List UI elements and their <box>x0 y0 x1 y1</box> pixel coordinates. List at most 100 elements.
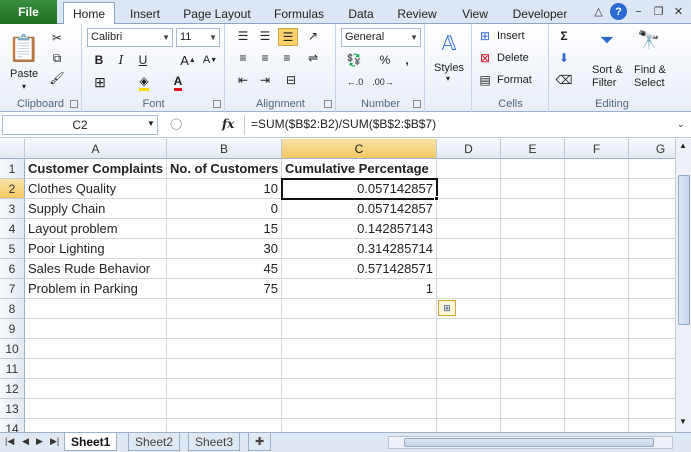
font-size-select[interactable]: 11 ▼ <box>176 28 220 47</box>
cell-a3[interactable]: Supply Chain <box>25 199 167 219</box>
tab-page-layout[interactable]: Page Layout <box>180 3 254 24</box>
clipboard-launcher-icon[interactable] <box>70 100 78 108</box>
cell-c10[interactable] <box>282 339 437 359</box>
cell-a14[interactable] <box>25 419 167 432</box>
tab-data[interactable]: Data <box>342 3 380 24</box>
sort-filter-button[interactable]: Sort & <box>592 64 623 76</box>
alignment-launcher-icon[interactable] <box>324 100 332 108</box>
align-bottom-icon[interactable]: ☰ <box>278 28 298 46</box>
name-box-dropdown-icon[interactable]: ▼ <box>147 119 155 128</box>
cell-d5[interactable] <box>437 239 501 259</box>
help-icon[interactable]: ? <box>610 3 627 20</box>
cell-f13[interactable] <box>565 399 629 419</box>
cell-c6[interactable]: 0.571428571 <box>282 259 437 279</box>
styles-icon[interactable]: 𝔸 <box>436 30 462 56</box>
cell-f6[interactable] <box>565 259 629 279</box>
first-sheet-icon[interactable]: |◀ <box>5 436 14 447</box>
clear-icon[interactable]: ⌫ <box>556 72 573 88</box>
decrease-decimal-icon[interactable]: .00→ <box>371 74 395 90</box>
cell-e5[interactable] <box>501 239 565 259</box>
cell-e13[interactable] <box>501 399 565 419</box>
cell-g3[interactable] <box>629 199 675 219</box>
tab-insert[interactable]: Insert <box>122 3 168 24</box>
number-launcher-icon[interactable] <box>413 100 421 108</box>
cell-a9[interactable] <box>25 319 167 339</box>
cell-a12[interactable] <box>25 379 167 399</box>
cell-c7[interactable]: 1 <box>282 279 437 299</box>
decrease-indent-icon[interactable]: ⇤ <box>234 72 252 88</box>
align-left-icon[interactable]: ≡ <box>234 50 252 66</box>
tab-formulas[interactable]: Formulas <box>268 3 330 24</box>
cell-d10[interactable] <box>437 339 501 359</box>
cell-e1[interactable] <box>501 159 565 179</box>
row-header-12[interactable]: 12 <box>0 379 25 399</box>
cell-b14[interactable] <box>167 419 282 432</box>
fill-handle[interactable] <box>434 196 439 201</box>
cell-b10[interactable] <box>167 339 282 359</box>
cell-f12[interactable] <box>565 379 629 399</box>
cell-e8[interactable] <box>501 299 565 319</box>
align-middle-icon[interactable]: ☰ <box>256 28 274 44</box>
last-sheet-icon[interactable]: ▶| <box>50 436 59 447</box>
cell-c11[interactable] <box>282 359 437 379</box>
cell-f9[interactable] <box>565 319 629 339</box>
row-header-8[interactable]: 8 <box>0 299 25 319</box>
borders-icon[interactable]: ⊞ <box>91 74 109 90</box>
cell-d1[interactable] <box>437 159 501 179</box>
cell-a1[interactable]: Customer Complaints <box>25 159 167 179</box>
increase-font-icon[interactable]: A ▲ <box>179 52 197 68</box>
cell-e10[interactable] <box>501 339 565 359</box>
delete-cells-button[interactable]: Delete <box>497 52 529 64</box>
cell-c5[interactable]: 0.314285714 <box>282 239 437 259</box>
row-header-5[interactable]: 5 <box>0 239 25 259</box>
currency-icon[interactable]: 💱 <box>343 52 365 68</box>
cell-a11[interactable] <box>25 359 167 379</box>
next-sheet-icon[interactable]: ▶ <box>36 436 43 447</box>
cell-f10[interactable] <box>565 339 629 359</box>
horizontal-scroll-thumb[interactable] <box>404 438 654 447</box>
cell-f5[interactable] <box>565 239 629 259</box>
cell-d13[interactable] <box>437 399 501 419</box>
cell-f14[interactable] <box>565 419 629 432</box>
insert-cells-button[interactable]: Insert <box>497 30 525 42</box>
cell-b11[interactable] <box>167 359 282 379</box>
cell-f2[interactable] <box>565 179 629 199</box>
row-header-13[interactable]: 13 <box>0 399 25 419</box>
cell-e14[interactable] <box>501 419 565 432</box>
cell-b7[interactable]: 75 <box>167 279 282 299</box>
cell-c12[interactable] <box>282 379 437 399</box>
align-center-icon[interactable]: ≡ <box>256 50 274 66</box>
cell-b9[interactable] <box>167 319 282 339</box>
cell-g5[interactable] <box>629 239 675 259</box>
cell-a13[interactable] <box>25 399 167 419</box>
merge-center-icon[interactable]: ⊟ <box>282 72 300 88</box>
cell-c1[interactable]: Cumulative Percentage <box>282 159 437 179</box>
format-cells-icon[interactable]: ▤ <box>477 72 493 88</box>
cell-a10[interactable] <box>25 339 167 359</box>
column-header-e[interactable]: E <box>501 139 565 159</box>
cell-a4[interactable]: Layout problem <box>25 219 167 239</box>
cell-g12[interactable] <box>629 379 675 399</box>
cell-d11[interactable] <box>437 359 501 379</box>
cell-b1[interactable]: No. of Customers <box>167 159 282 179</box>
align-top-icon[interactable]: ☰ <box>234 28 252 44</box>
sheet-tab-2[interactable]: Sheet2 <box>128 433 181 451</box>
delete-cells-icon[interactable]: ⊠ <box>477 50 493 66</box>
cell-a7[interactable]: Problem in Parking <box>25 279 167 299</box>
cell-c3[interactable]: 0.057142857 <box>282 199 437 219</box>
cell-e12[interactable] <box>501 379 565 399</box>
bold-icon[interactable]: B <box>91 52 107 68</box>
cell-g9[interactable] <box>629 319 675 339</box>
cell-e2[interactable] <box>501 179 565 199</box>
cell-d4[interactable] <box>437 219 501 239</box>
cell-f1[interactable] <box>565 159 629 179</box>
cell-f11[interactable] <box>565 359 629 379</box>
cell-f3[interactable] <box>565 199 629 219</box>
increase-indent-icon[interactable]: ⇥ <box>256 72 274 88</box>
vertical-scroll-thumb[interactable] <box>678 175 690 325</box>
cell-d12[interactable] <box>437 379 501 399</box>
cell-g1[interactable] <box>629 159 675 179</box>
row-header-6[interactable]: 6 <box>0 259 25 279</box>
row-header-4[interactable]: 4 <box>0 219 25 239</box>
insert-sheet-icon[interactable]: ✚ <box>248 433 272 451</box>
